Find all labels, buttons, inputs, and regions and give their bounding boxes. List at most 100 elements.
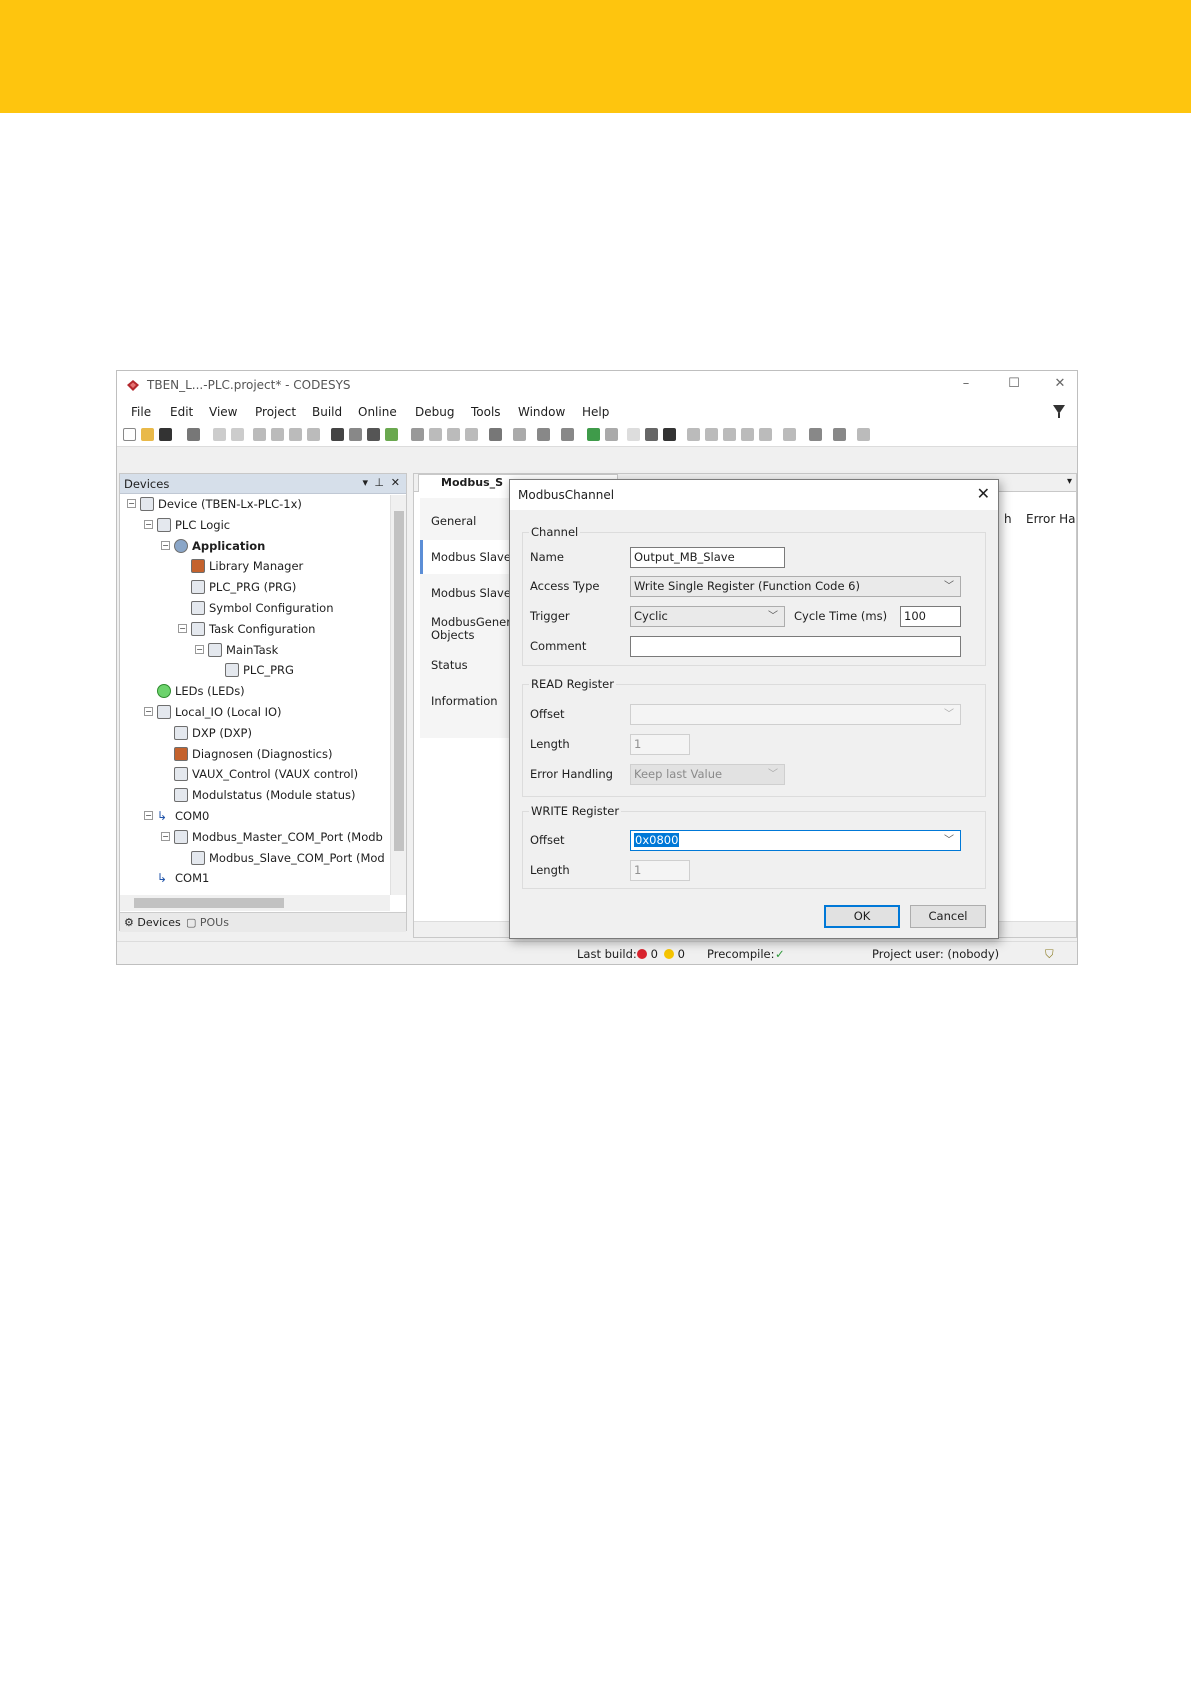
write-offset-select[interactable]: 0x0800 ﹀ [630, 830, 961, 851]
menu-tools[interactable]: Tools [471, 405, 501, 419]
cut-icon[interactable] [253, 428, 266, 441]
redo-icon[interactable] [231, 428, 244, 441]
replace-icon[interactable] [349, 428, 362, 441]
minimize-icon[interactable]: – [955, 376, 977, 394]
reset-icon[interactable] [663, 428, 676, 441]
panel-dropdown-icon[interactable]: ▾ [362, 476, 368, 489]
menu-build[interactable]: Build [312, 405, 342, 419]
add-object-icon[interactable] [513, 428, 526, 441]
panel-close-icon[interactable]: ✕ [391, 476, 400, 489]
open-folder-icon[interactable] [141, 428, 154, 441]
menu-project[interactable]: Project [255, 405, 296, 419]
device-icon[interactable] [489, 428, 502, 441]
collapse-icon[interactable]: − [144, 707, 153, 716]
run-icon[interactable] [627, 428, 640, 441]
tab-list-icon[interactable]: ▾ [1067, 476, 1072, 487]
tree-item[interactable]: VAUX_Control (VAUX control) [120, 765, 390, 785]
run-to-cursor-icon[interactable] [759, 428, 772, 441]
tree-item[interactable]: ↳ COM1 [120, 869, 390, 889]
tree-item[interactable]: Modulstatus (Module status) [120, 786, 390, 806]
step-out-icon[interactable] [741, 428, 754, 441]
breakpoint-icon[interactable] [687, 428, 700, 441]
login-icon[interactable] [587, 428, 600, 441]
collapse-icon[interactable]: − [178, 623, 187, 633]
tree-item[interactable]: PLC_PRG (PRG) [120, 578, 390, 598]
write-length-field[interactable]: 1 [630, 860, 690, 881]
read-length-field[interactable]: 1 [630, 734, 690, 755]
cycle-time-field[interactable]: 100 [900, 606, 961, 627]
replace-all-icon[interactable] [385, 428, 398, 441]
step-over-icon[interactable] [705, 428, 718, 441]
cancel-button[interactable]: Cancel [910, 905, 986, 928]
options-icon[interactable] [833, 428, 846, 441]
paste-icon[interactable] [289, 428, 302, 441]
step-into-icon[interactable] [723, 428, 736, 441]
check-icon[interactable] [857, 428, 870, 441]
dialog-close-icon[interactable]: ✕ [977, 484, 990, 503]
name-field[interactable]: Output_MB_Slave [630, 547, 785, 568]
prev-bookmark-icon[interactable] [447, 428, 460, 441]
tree-item[interactable]: DXP (DXP) [120, 724, 390, 744]
menu-edit[interactable]: Edit [170, 405, 193, 419]
tree-item[interactable]: Library Manager [120, 557, 390, 577]
access-type-select[interactable]: Write Single Register (Function Code 6) … [630, 576, 961, 597]
trigger-select[interactable]: Cyclic ﹀ [630, 606, 785, 627]
scroll-thumb[interactable] [394, 511, 404, 851]
copy-icon[interactable] [271, 428, 284, 441]
error-count[interactable]: 0 [637, 947, 658, 961]
monitor-icon[interactable] [809, 428, 822, 441]
stop-icon[interactable] [645, 428, 658, 441]
find-all-icon[interactable] [367, 428, 380, 441]
tree-item[interactable]: Diagnosen (Diagnostics) [120, 745, 390, 765]
comment-field[interactable] [630, 636, 961, 657]
menu-view[interactable]: View [209, 405, 237, 419]
delete-icon[interactable] [307, 428, 320, 441]
next-bookmark-icon[interactable] [429, 428, 442, 441]
tree-item[interactable]: − Local_IO (Local IO) [120, 703, 390, 723]
menu-file[interactable]: File [131, 405, 151, 419]
save-icon[interactable] [159, 428, 172, 441]
collapse-icon[interactable]: − [161, 540, 170, 550]
tree-item[interactable]: Modbus_Slave_COM_Port (Mod [120, 849, 390, 869]
collapse-icon[interactable]: − [144, 519, 153, 529]
undo-icon[interactable] [213, 428, 226, 441]
tree-item[interactable]: − MainTask [120, 641, 390, 661]
menu-debug[interactable]: Debug [415, 405, 454, 419]
tree-item[interactable]: − Device (TBEN-Lx-PLC-1x) [120, 495, 390, 515]
error-handling-select[interactable]: Keep last Value ﹀ [630, 764, 785, 785]
build-icon[interactable] [561, 428, 574, 441]
tree-item[interactable]: − ↳ COM0 [120, 807, 390, 827]
menu-help[interactable]: Help [582, 405, 609, 419]
tree-item[interactable]: − Application [120, 537, 390, 557]
tree-item[interactable]: LEDs (LEDs) [120, 682, 390, 702]
maximize-icon[interactable]: ☐ [1003, 376, 1025, 394]
shield-icon[interactable]: ⛉ [1045, 947, 1054, 962]
tab-devices[interactable]: ⚙ Devices [124, 916, 181, 929]
find-icon[interactable] [331, 428, 344, 441]
collapse-icon[interactable]: − [144, 811, 153, 820]
collapse-icon[interactable]: − [127, 499, 136, 508]
tree-item[interactable]: − Task Configuration [120, 620, 390, 640]
tree-item[interactable]: − PLC Logic [120, 516, 390, 536]
tab-pous[interactable]: ▢ POUs [186, 916, 229, 929]
tree-vertical-scrollbar[interactable] [390, 495, 406, 895]
clear-bookmarks-icon[interactable] [465, 428, 478, 441]
scroll-thumb[interactable] [134, 898, 284, 908]
pin-icon[interactable]: ⊥ [374, 476, 384, 489]
read-offset-select[interactable]: ﹀ [630, 704, 961, 725]
new-file-icon[interactable] [123, 428, 136, 441]
tree-item[interactable]: Symbol Configuration [120, 599, 390, 619]
write-values-icon[interactable] [783, 428, 796, 441]
tree-horizontal-scrollbar[interactable] [120, 895, 390, 911]
logout-icon[interactable] [605, 428, 618, 441]
collapse-icon[interactable]: − [195, 644, 204, 654]
menu-online[interactable]: Online [358, 405, 397, 419]
tree-item[interactable]: − Modbus_Master_COM_Port (Modb [120, 828, 390, 848]
export-icon[interactable] [537, 428, 550, 441]
bookmark-icon[interactable] [411, 428, 424, 441]
warning-count[interactable]: 0 [664, 947, 685, 961]
close-icon[interactable]: ✕ [1049, 376, 1071, 394]
collapse-icon[interactable]: − [161, 831, 170, 841]
ok-button[interactable]: OK [824, 905, 900, 928]
tree-item[interactable]: PLC_PRG [120, 661, 390, 681]
